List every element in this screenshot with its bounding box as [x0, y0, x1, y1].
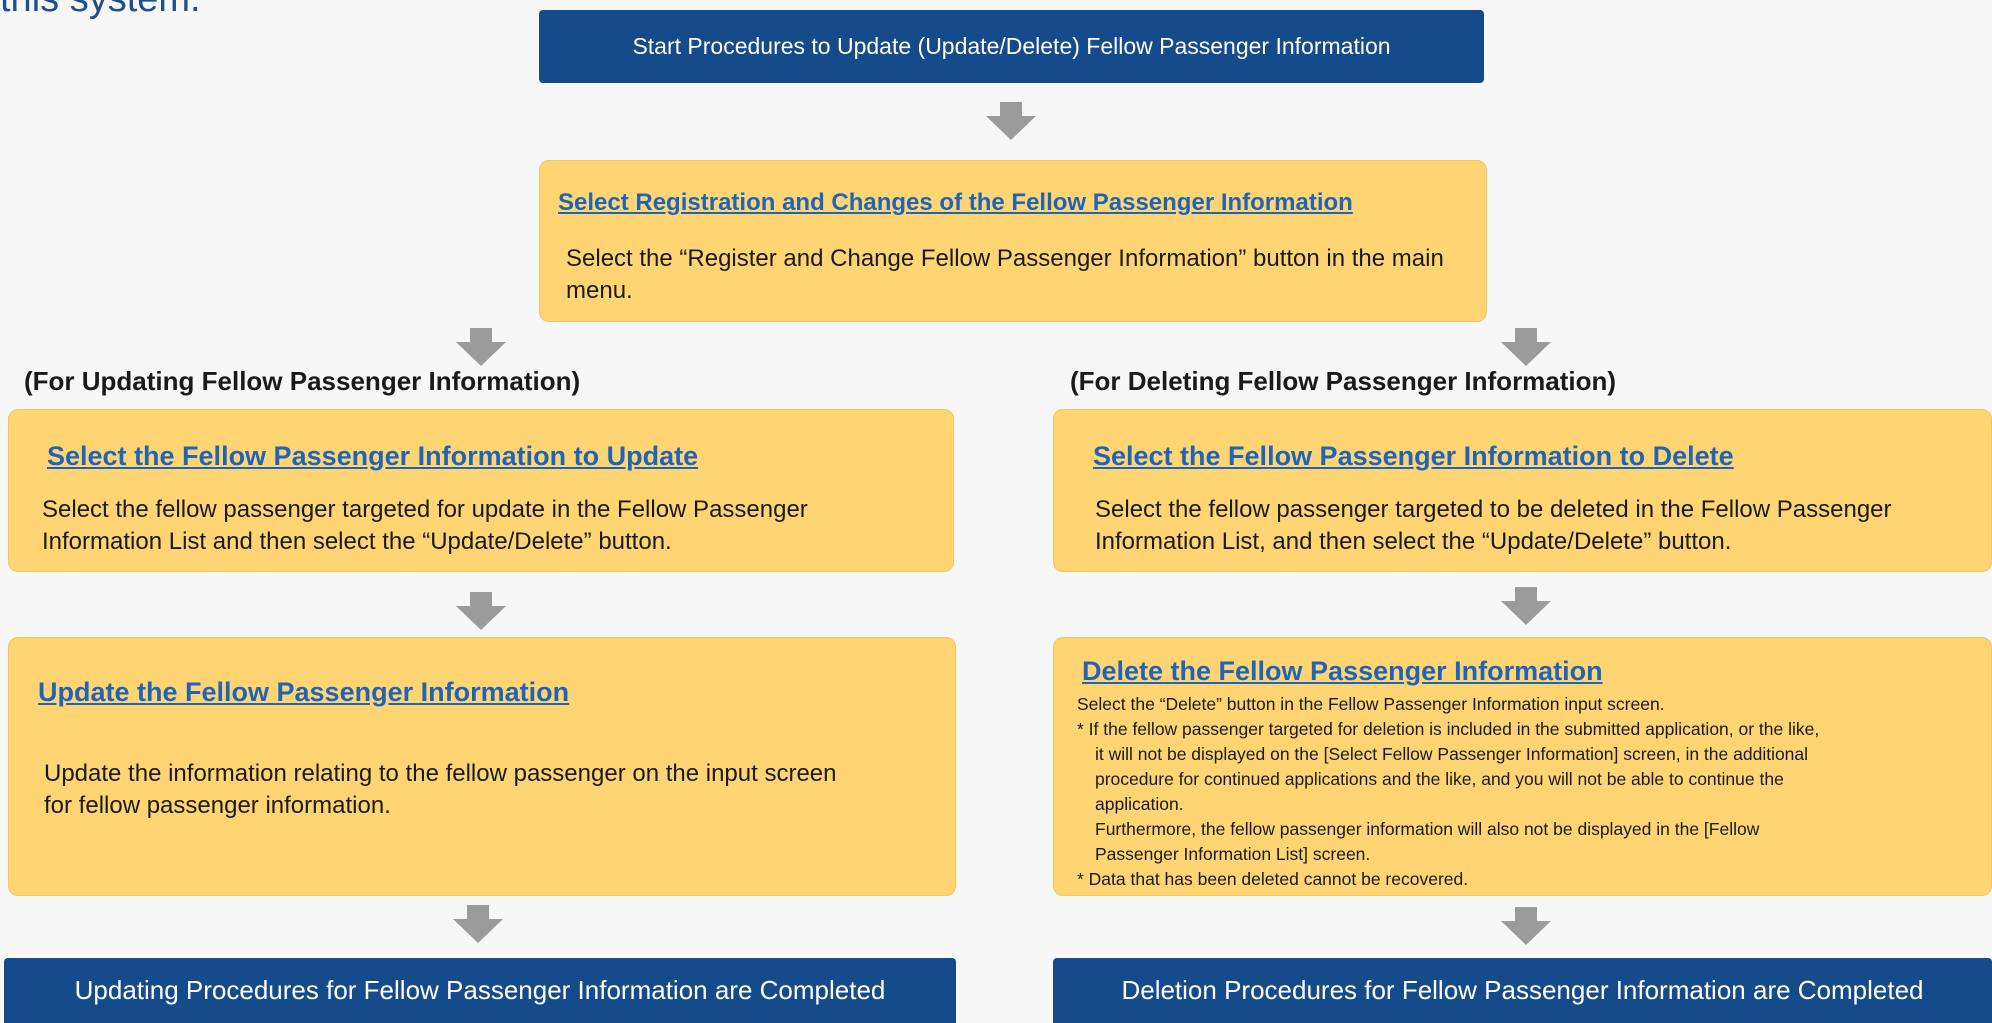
delete-note-line: Select the “Delete” button in the Fellow…: [1077, 694, 1665, 714]
select-update-body: Select the fellow passenger targeted for…: [42, 496, 808, 555]
delete-note-line: * Data that has been deleted cannot be r…: [1077, 869, 1469, 889]
update-complete-box: Updating Procedures for Fellow Passenger…: [4, 958, 956, 1023]
delete-complete-label: Deletion Procedures for Fellow Passenger…: [1121, 975, 1924, 1005]
down-arrow-icon: [1501, 907, 1551, 945]
delete-complete-box: Deletion Procedures for Fellow Passenger…: [1053, 958, 1992, 1023]
delete-info-notes: Select the “Delete” button in the Fellow…: [1077, 692, 1989, 892]
update-complete-label: Updating Procedures for Fellow Passenger…: [74, 975, 886, 1005]
delete-note-line: application.: [1095, 794, 1184, 814]
down-arrow-icon: [456, 328, 506, 366]
delete-note-line: Furthermore, the fellow passenger inform…: [1095, 819, 1760, 839]
start-procedure-label: Start Procedures to Update (Update/Delet…: [632, 33, 1391, 59]
update-info-body: Update the information relating to the f…: [44, 760, 837, 819]
select-update-title: Select the Fellow Passenger Information …: [47, 441, 699, 471]
select-delete-body: Select the fellow passenger targeted to …: [1095, 496, 1892, 555]
select-registration-step: Select Registration and Changes of the F…: [539, 160, 1487, 322]
down-arrow-icon: [456, 592, 506, 630]
down-arrow-icon: [1501, 587, 1551, 625]
update-info-title: Update the Fellow Passenger Information: [38, 677, 570, 707]
delete-note-line: Passenger Information List] screen.: [1095, 844, 1371, 864]
select-update-step: Select the Fellow Passenger Information …: [8, 409, 954, 572]
delete-info-title: Delete the Fellow Passenger Information: [1082, 656, 1603, 686]
delete-note-line: it will not be displayed on the [Select …: [1095, 744, 1809, 764]
select-registration-title: Select Registration and Changes of the F…: [558, 189, 1353, 216]
delete-section-label: (For Deleting Fellow Passenger Informati…: [1070, 366, 1617, 396]
delete-note-line: procedure for continued applications and…: [1095, 769, 1784, 789]
page-header-fragment: this system.: [0, 0, 201, 21]
select-registration-body: Select the “Register and Change Fellow P…: [566, 245, 1444, 304]
delete-note-line: * If the fellow passenger targeted for d…: [1077, 719, 1820, 739]
select-delete-step: Select the Fellow Passenger Information …: [1053, 409, 1992, 572]
update-section-label: (For Updating Fellow Passenger Informati…: [24, 366, 581, 396]
down-arrow-icon: [1501, 328, 1551, 366]
down-arrow-icon: [453, 905, 503, 943]
update-info-step: Update the Fellow Passenger Information …: [8, 637, 956, 896]
down-arrow-icon: [986, 102, 1036, 140]
delete-info-step: Delete the Fellow Passenger Information …: [1053, 637, 1992, 896]
select-delete-title: Select the Fellow Passenger Information …: [1093, 441, 1734, 471]
start-procedure-box: Start Procedures to Update (Update/Delet…: [539, 10, 1484, 83]
